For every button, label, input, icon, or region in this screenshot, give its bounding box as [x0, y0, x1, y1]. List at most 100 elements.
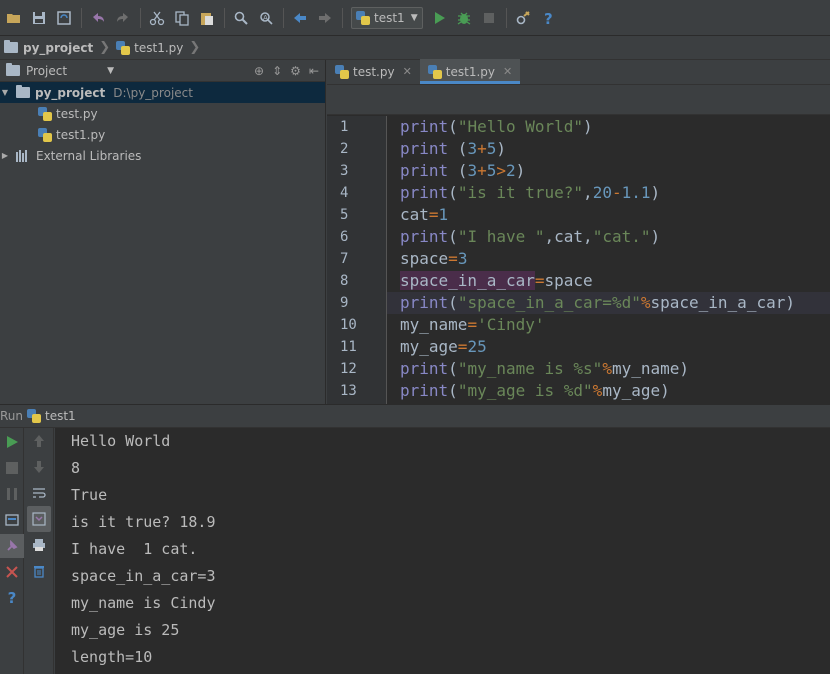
code-line[interactable]: print("is it true?",20-1.1)	[387, 182, 830, 204]
chevron-down-icon: ▼	[410, 12, 418, 23]
expand-arrow-icon[interactable]: ▼	[0, 88, 10, 97]
line-number: 12	[340, 361, 357, 377]
run-configuration-select[interactable]: test1 ▼	[351, 6, 423, 29]
project-panel-header: Project ▼ ⊕ ⇕ ⚙ ⇤	[0, 60, 325, 82]
open-folder-icon[interactable]	[2, 6, 26, 30]
settings-icon[interactable]	[511, 6, 535, 30]
redo-icon[interactable]	[111, 6, 135, 30]
code-line[interactable]: my_age=25	[387, 336, 830, 358]
copy-icon[interactable]	[170, 6, 194, 30]
debug-icon[interactable]	[452, 6, 476, 30]
forward-icon[interactable]	[313, 6, 337, 30]
main-toolbar: A test1 ▼ ?	[0, 0, 830, 36]
breadcrumb-project[interactable]: py_project	[4, 40, 94, 55]
replace-icon[interactable]: A	[254, 6, 278, 30]
breadcrumb-project-label: py_project	[23, 40, 94, 55]
console-line: my_name is Cindy	[71, 594, 216, 612]
hide-panel-icon[interactable]: ⇤	[309, 64, 319, 78]
console-line: my_age is 25	[71, 621, 180, 639]
back-icon[interactable]	[288, 6, 312, 30]
help-icon[interactable]: ?	[536, 6, 560, 30]
scroll-to-end-icon[interactable]	[27, 506, 51, 532]
paste-icon[interactable]	[195, 6, 219, 30]
breadcrumb-file[interactable]: test1.py	[116, 40, 183, 55]
console-line: 8	[71, 459, 81, 477]
tab-test1-py[interactable]: test1.py ✕	[419, 59, 521, 84]
help-icon[interactable]: ?	[0, 586, 24, 610]
code-line[interactable]: print (3+5>2)	[387, 160, 830, 182]
locate-file-icon[interactable]: ⊕	[254, 64, 264, 78]
run-configuration-label: test1	[374, 10, 405, 25]
code-line[interactable]: space_in_a_car=space	[387, 270, 830, 292]
soft-wrap-icon[interactable]	[24, 480, 54, 506]
gear-icon[interactable]: ⚙	[290, 64, 301, 78]
code-line[interactable]: print("Hello World")	[387, 116, 830, 138]
cut-icon[interactable]	[145, 6, 169, 30]
close-icon[interactable]	[0, 560, 24, 584]
sync-icon[interactable]	[52, 6, 76, 30]
tree-item-file[interactable]: test1.py	[0, 124, 325, 145]
library-icon	[16, 149, 30, 162]
line-number: 13	[340, 383, 357, 399]
python-file-icon	[27, 409, 42, 423]
code-line[interactable]: my_name='Cindy'	[387, 314, 830, 336]
tab-test-py[interactable]: test.py ✕	[327, 59, 420, 84]
tree-item-file[interactable]: test.py	[0, 103, 325, 124]
code-line[interactable]: print("I have ",cat,"cat.")	[387, 226, 830, 248]
console-line: I have 1 cat.	[71, 540, 198, 558]
stop-icon[interactable]	[477, 6, 501, 30]
code-line[interactable]: print("my_name is %s"%my_name)	[387, 358, 830, 380]
tree-item-project-root[interactable]: ▼ py_project D:\py_project	[0, 82, 325, 103]
undo-icon[interactable]	[86, 6, 110, 30]
line-number: 9	[340, 295, 349, 311]
code-line[interactable]: print("space_in_a_car=%d"%space_in_a_car…	[387, 292, 830, 314]
folder-icon	[4, 40, 18, 53]
code-lines[interactable]: print("Hello World") print (3+5) print (3+…	[387, 116, 830, 402]
tree-item-external-libraries[interactable]: ▶ External Libraries	[0, 145, 325, 166]
print-icon[interactable]	[24, 532, 54, 558]
tree-item-label: test.py	[56, 106, 98, 121]
arrow-down-icon[interactable]	[24, 454, 54, 480]
console-line: is it true? 18.9	[71, 513, 216, 531]
code-line[interactable]: print("my_age is %d"%my_age)	[387, 380, 830, 402]
editor-tabs: test.py ✕ test1.py ✕	[327, 59, 830, 85]
line-number: 5	[340, 207, 349, 223]
python-file-icon	[38, 127, 52, 142]
python-file-icon	[335, 64, 349, 79]
run-panel-title: Run	[0, 409, 24, 423]
close-icon[interactable]: ✕	[403, 65, 412, 78]
expand-arrow-icon[interactable]: ▶	[0, 151, 10, 160]
navigation-bar: py_project ❯ test1.py ❯	[0, 36, 830, 60]
close-icon[interactable]: ✕	[503, 65, 512, 78]
line-number: 1	[340, 119, 349, 135]
code-line[interactable]: space=3	[387, 248, 830, 270]
arrow-up-icon[interactable]	[24, 428, 54, 454]
breadcrumb-separator: ❯	[189, 40, 201, 55]
project-root-path: D:\py_project	[113, 85, 193, 100]
code-area[interactable]: 1 2 3 4 5 6 7 8 9 10 11 12 13 print("Hel…	[327, 116, 830, 404]
console-line: True	[71, 486, 108, 504]
chevron-down-icon: ▼	[107, 65, 114, 76]
pin-tab-icon[interactable]	[0, 534, 24, 558]
run-console-output[interactable]: Hello World 8 True is it true? 18.9 I have 1…	[55, 428, 830, 674]
tree-item-label: test1.py	[56, 127, 106, 142]
line-number: 8	[340, 273, 349, 289]
code-line[interactable]: cat=1	[387, 204, 830, 226]
pause-icon[interactable]	[0, 482, 24, 506]
line-number-gutter: 1 2 3 4 5 6 7 8 9 10 11 12 13	[327, 116, 387, 404]
run-toolbar-right	[24, 428, 54, 674]
rerun-icon[interactable]	[0, 430, 24, 454]
save-icon[interactable]	[27, 6, 51, 30]
clear-all-icon[interactable]	[24, 558, 54, 584]
find-icon[interactable]	[229, 6, 253, 30]
collapse-all-icon[interactable]: ⇕	[272, 64, 282, 78]
restore-layout-icon[interactable]	[0, 508, 24, 532]
code-line[interactable]: print (3+5)	[387, 138, 830, 160]
line-number: 2	[340, 141, 349, 157]
project-view-selector[interactable]: Project ▼	[4, 63, 114, 78]
line-number: 11	[340, 339, 357, 355]
run-icon[interactable]	[427, 6, 451, 30]
run-toolbar-left: ?	[0, 428, 24, 674]
stop-icon[interactable]	[0, 456, 24, 480]
run-panel-config[interactable]: test1	[45, 409, 76, 423]
